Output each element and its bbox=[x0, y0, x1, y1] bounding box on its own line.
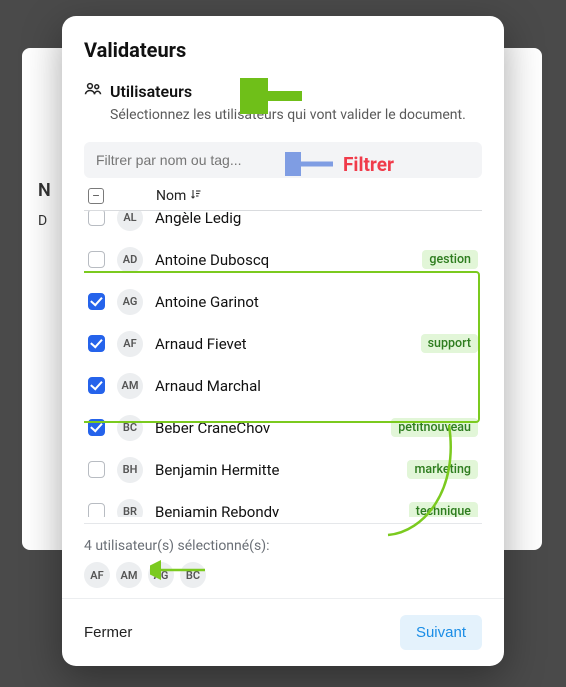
summary-avatar: BC bbox=[180, 562, 206, 588]
summary-avatar: AF bbox=[84, 562, 110, 588]
select-all-checkbox[interactable]: – bbox=[88, 188, 104, 204]
summary-avatars: AFAMAGBC bbox=[84, 562, 482, 588]
user-row[interactable]: AL Angèle Ledig bbox=[84, 211, 482, 239]
user-name: Arnaud Fievet bbox=[155, 335, 409, 353]
selection-summary: 4 utilisateur(s) sélectionné(s): AFAMAGB… bbox=[84, 523, 482, 588]
user-name: Angèle Ledig bbox=[155, 211, 478, 227]
avatar: BC bbox=[117, 415, 143, 441]
modal-footer: Fermer Suivant bbox=[62, 598, 504, 666]
user-name: Antoine Duboscq bbox=[155, 251, 410, 269]
users-icon bbox=[84, 80, 102, 102]
row-checkbox[interactable] bbox=[88, 461, 105, 478]
user-row[interactable]: AD Antoine Duboscq gestion bbox=[84, 239, 482, 281]
avatar: AF bbox=[117, 331, 143, 357]
row-checkbox[interactable] bbox=[88, 293, 105, 310]
user-name: Antoine Garinot bbox=[155, 293, 478, 311]
user-rows: AL Angèle Ledig AD Antoine Duboscq gestion AG… bbox=[84, 211, 482, 517]
user-name: Benjamin Hermitte bbox=[155, 461, 395, 479]
avatar: AD bbox=[117, 247, 143, 273]
user-row[interactable]: BC Beber CraneChov petitnouveau bbox=[84, 407, 482, 449]
row-checkbox[interactable] bbox=[88, 503, 105, 517]
avatar: AM bbox=[117, 373, 143, 399]
user-row[interactable]: BR Benjamin Rebondy technique bbox=[84, 491, 482, 517]
close-button[interactable]: Fermer bbox=[84, 624, 132, 641]
user-tag: technique bbox=[409, 502, 478, 517]
modal-title: Validateurs bbox=[84, 38, 482, 62]
user-row[interactable]: AF Arnaud Fievet support bbox=[84, 323, 482, 365]
filter-input[interactable] bbox=[84, 142, 482, 178]
section-users-header: Utilisateurs bbox=[84, 80, 482, 102]
user-row[interactable]: AM Arnaud Marchal bbox=[84, 365, 482, 407]
user-tag: support bbox=[421, 334, 478, 353]
user-name: Benjamin Rebondy bbox=[155, 503, 397, 517]
row-checkbox[interactable] bbox=[88, 251, 105, 268]
user-name: Beber CraneChov bbox=[155, 419, 379, 437]
summary-avatar: AG bbox=[148, 562, 174, 588]
summary-avatar: AM bbox=[116, 562, 142, 588]
next-button[interactable]: Suivant bbox=[400, 615, 482, 650]
summary-text: 4 utilisateur(s) sélectionné(s): bbox=[84, 538, 482, 554]
row-checkbox[interactable] bbox=[88, 335, 105, 352]
user-name: Arnaud Marchal bbox=[155, 377, 478, 395]
user-tag: petitnouveau bbox=[391, 418, 478, 437]
sort-icon bbox=[190, 188, 202, 204]
user-row[interactable]: BH Benjamin Hermitte marketing bbox=[84, 449, 482, 491]
avatar: BH bbox=[117, 457, 143, 483]
user-tag: gestion bbox=[422, 250, 478, 269]
user-tag: marketing bbox=[407, 460, 478, 479]
user-row[interactable]: AG Antoine Garinot bbox=[84, 281, 482, 323]
section-subheading: Sélectionnez les utilisateurs qui vont v… bbox=[110, 106, 482, 126]
column-name-header[interactable]: Nom bbox=[156, 188, 202, 204]
table-header: – Nom bbox=[84, 178, 482, 211]
row-checkbox[interactable] bbox=[88, 377, 105, 394]
avatar: AG bbox=[117, 289, 143, 315]
avatar: BR bbox=[117, 499, 143, 517]
row-checkbox[interactable] bbox=[88, 211, 105, 227]
avatar: AL bbox=[117, 211, 143, 231]
row-checkbox[interactable] bbox=[88, 419, 105, 436]
validators-modal: Validateurs Utilisateurs Sélectionnez le… bbox=[62, 16, 504, 666]
section-heading: Utilisateurs bbox=[110, 82, 192, 101]
